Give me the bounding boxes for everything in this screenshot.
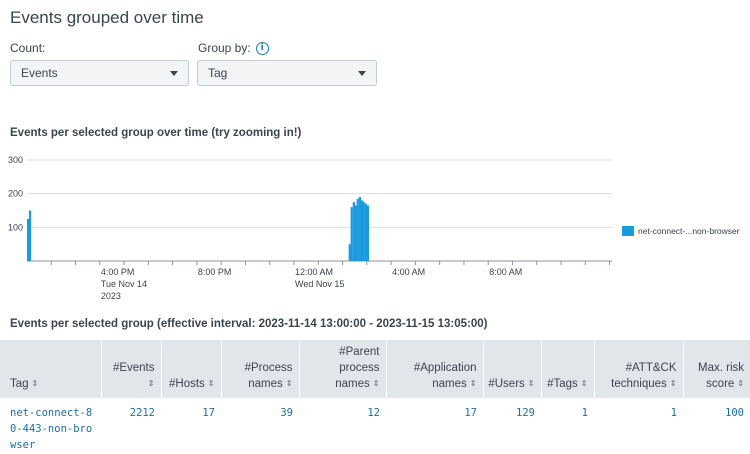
group-by-label-row: Group by: i bbox=[198, 41, 269, 55]
sort-icon[interactable]: ⇕ bbox=[737, 376, 744, 392]
chart-bar bbox=[354, 205, 357, 261]
group-by-select[interactable]: Tag bbox=[197, 60, 377, 86]
column-header-label: #Events bbox=[112, 362, 155, 374]
table-cell: 39 bbox=[280, 407, 293, 420]
y-tick-label: 100 bbox=[8, 222, 23, 232]
column-header[interactable]: #Users ⇕ bbox=[483, 340, 542, 399]
x-tick-label: 8:00 PM bbox=[198, 267, 232, 277]
count-label: Count: bbox=[10, 41, 46, 55]
sort-icon[interactable]: ⇕ bbox=[581, 376, 588, 392]
column-header[interactable]: #Parent process names ⇕ bbox=[299, 340, 387, 399]
table-cell: 129 bbox=[516, 407, 535, 420]
legend-swatch bbox=[622, 226, 634, 236]
sort-icon[interactable]: ⇕ bbox=[208, 376, 215, 392]
column-header-label: #Users bbox=[488, 378, 525, 391]
legend-label: net-connect-...non-browser bbox=[638, 226, 740, 236]
sort-icon[interactable]: ⇕ bbox=[470, 376, 477, 392]
column-header-label: #Tags bbox=[547, 378, 578, 391]
chart-section-title: Events per selected group over time (try… bbox=[10, 127, 302, 139]
chart-bar bbox=[362, 202, 365, 261]
column-header-label: Tag bbox=[10, 378, 29, 391]
chart-bar bbox=[28, 210, 32, 261]
y-tick-label: 300 bbox=[8, 155, 23, 165]
chart-bar bbox=[360, 200, 363, 261]
x-tick-label: 8:00 AM bbox=[489, 267, 522, 277]
x-tick-sublabel: Tue Nov 14 bbox=[101, 279, 147, 289]
x-tick-label: 4:00 AM bbox=[392, 267, 425, 277]
x-tick-sublabel: 2023 bbox=[101, 291, 121, 301]
x-tick-sublabel: Wed Nov 15 bbox=[295, 279, 344, 289]
sort-icon[interactable]: ⇕ bbox=[373, 376, 380, 392]
chevron-down-icon bbox=[358, 70, 366, 76]
count-select-value: Events bbox=[21, 66, 58, 80]
chart-bar bbox=[27, 218, 30, 261]
sort-icon[interactable]: ⇕ bbox=[528, 376, 535, 392]
info-icon[interactable]: i bbox=[255, 41, 269, 55]
table-cell: 12 bbox=[367, 407, 380, 420]
table-cell: 17 bbox=[464, 407, 477, 420]
chart-bar bbox=[348, 244, 351, 261]
group-by-label: Group by: bbox=[198, 41, 251, 55]
table-cell: 1 bbox=[670, 407, 677, 420]
column-header[interactable]: #Tags ⇕ bbox=[541, 340, 595, 399]
table-body: net-connect-80-443-non-browser 2212 17 39 12… bbox=[0, 398, 750, 453]
column-header-label: #Application names bbox=[413, 362, 477, 391]
sort-icon[interactable]: ⇕ bbox=[148, 376, 155, 392]
column-header[interactable]: #Hosts ⇕ bbox=[161, 340, 222, 399]
chart-bar bbox=[350, 207, 353, 261]
chart-legend[interactable]: net-connect-...non-browser bbox=[622, 226, 740, 236]
column-header[interactable]: #Process names ⇕ bbox=[221, 340, 300, 399]
chart-bar bbox=[366, 205, 370, 261]
column-header[interactable]: Max. risk score ⇕ bbox=[683, 340, 750, 399]
chart-bar bbox=[358, 197, 362, 261]
sort-icon[interactable]: ⇕ bbox=[286, 376, 293, 392]
page-title: Events grouped over time bbox=[10, 8, 204, 27]
x-tick-label: 12:00 AM bbox=[295, 267, 333, 277]
column-header[interactable]: #Application names ⇕ bbox=[386, 340, 484, 399]
count-select[interactable]: Events bbox=[10, 60, 189, 86]
chart-bar bbox=[352, 202, 355, 261]
sort-icon[interactable]: ⇕ bbox=[670, 376, 677, 392]
table-cell: 2212 bbox=[129, 407, 155, 420]
chevron-down-icon bbox=[170, 70, 178, 76]
chart-bar bbox=[364, 203, 368, 261]
table-cell: 1 bbox=[581, 407, 588, 420]
sort-icon[interactable]: ⇕ bbox=[32, 376, 39, 392]
column-header[interactable]: #Events ⇕ bbox=[101, 340, 162, 399]
table-cell: 100 bbox=[725, 407, 744, 420]
table-header-row: Tag ⇕ #Events⇕ #Hosts ⇕ #Process names ⇕ #Paren… bbox=[0, 340, 750, 399]
column-header-label: #Hosts bbox=[169, 378, 205, 391]
table-row[interactable]: net-connect-80-443-non-browser 2212 17 39 12… bbox=[0, 398, 750, 453]
group-by-select-value: Tag bbox=[208, 66, 228, 80]
table-cell: 17 bbox=[202, 407, 215, 420]
y-tick-label: 200 bbox=[8, 189, 23, 199]
column-header[interactable]: Tag ⇕ bbox=[0, 340, 102, 399]
x-tick-label: 4:00 PM bbox=[101, 267, 135, 277]
column-header-label: #ATT&CK techniques bbox=[611, 362, 677, 391]
table-cell[interactable]: net-connect-80-443-non-browser bbox=[0, 398, 101, 453]
table-section-title: Events per selected group (effective int… bbox=[10, 318, 488, 330]
chart-bar bbox=[356, 198, 359, 261]
events-table: Tag ⇕ #Events⇕ #Hosts ⇕ #Process names ⇕ #Paren… bbox=[0, 340, 750, 453]
column-header[interactable]: #ATT&CK techniques ⇕ bbox=[594, 340, 684, 399]
